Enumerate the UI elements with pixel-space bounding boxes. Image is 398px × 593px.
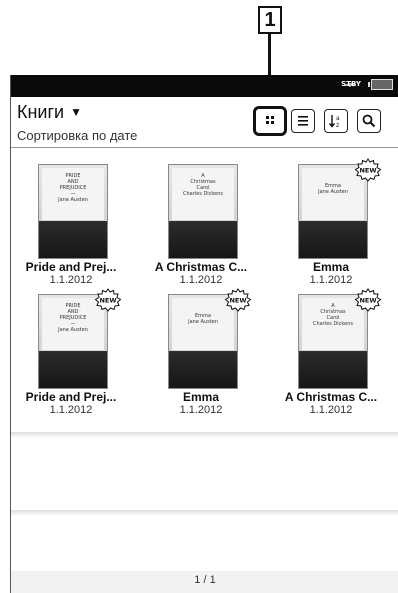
shelf-divider xyxy=(11,510,398,516)
book-cover: PRIDE AND PREJUDICE — Jane Austen xyxy=(38,164,108,259)
new-badge: NEW xyxy=(224,288,252,312)
svg-text:NEW: NEW xyxy=(99,297,116,305)
book-date: 1.1.2012 xyxy=(309,274,353,286)
new-badge: NEW xyxy=(354,158,382,182)
svg-text:NEW: NEW xyxy=(359,167,376,175)
grid-icon xyxy=(266,116,274,124)
list-view-button[interactable] xyxy=(291,109,315,133)
callout-number-box: 1 xyxy=(258,6,282,34)
new-badge: NEW xyxy=(94,288,122,312)
book-item[interactable]: A Christmas Carol Charles Dickens NEW A Chr… xyxy=(271,288,391,416)
book-item[interactable]: PRIDE AND PREJUDICE — Jane Austen Pride and… xyxy=(11,164,131,286)
page-indicator: 1 / 1 xyxy=(194,574,216,586)
chevron-down-icon: ▼ xyxy=(70,105,82,119)
book-grid: PRIDE AND PREJUDICE — Jane Austen Pride and… xyxy=(11,148,398,518)
search-button[interactable] xyxy=(357,109,381,133)
book-title: A Christmas C... xyxy=(284,390,378,404)
device-screen: STBY Книги ▼ Сортировка по дате a z PRID… xyxy=(10,75,398,593)
library-title-dropdown[interactable]: Книги ▼ xyxy=(17,102,82,123)
book-date: 1.1.2012 xyxy=(49,274,93,286)
new-badge: NEW xyxy=(354,288,382,312)
standby-label: STBY xyxy=(341,80,361,88)
status-bar: STBY xyxy=(11,75,398,97)
book-title: Emma xyxy=(312,260,350,274)
battery-icon xyxy=(368,79,393,90)
shelf-divider xyxy=(11,432,398,438)
svg-text:NEW: NEW xyxy=(229,297,246,305)
book-cover: A Christmas Carol Charles Dickens xyxy=(168,164,238,259)
book-title: Pride and Prej... xyxy=(25,260,117,274)
book-date: 1.1.2012 xyxy=(49,404,93,416)
book-date: 1.1.2012 xyxy=(179,274,223,286)
svg-text:NEW: NEW xyxy=(359,297,376,305)
cover-text: PRIDE AND PREJUDICE — Jane Austen xyxy=(58,173,88,203)
book-item[interactable]: Emma Jane Austen NEW Emma 1.1.2012 xyxy=(271,158,391,286)
sort-az-button[interactable]: a z xyxy=(324,109,348,133)
svg-text:a: a xyxy=(336,115,340,122)
grid-view-button[interactable] xyxy=(253,106,287,136)
library-header: Книги ▼ Сортировка по дате a z xyxy=(11,97,398,148)
sort-az-icon: a z xyxy=(328,115,340,129)
book-date: 1.1.2012 xyxy=(309,404,353,416)
list-icon xyxy=(298,116,308,126)
book-item[interactable]: A Christmas Carol Charles Dickens A Christm… xyxy=(141,164,261,286)
cover-text: A Christmas Carol Charles Dickens xyxy=(183,173,223,197)
cover-text: Emma Jane Austen xyxy=(318,183,348,195)
book-title: Pride and Prej... xyxy=(25,390,117,404)
page-title: Книги xyxy=(17,102,65,122)
sort-label: Сортировка по дате xyxy=(17,128,138,143)
svg-text:z: z xyxy=(336,122,339,129)
book-title: Emma xyxy=(182,390,220,404)
search-icon xyxy=(362,114,376,128)
book-item[interactable]: Emma Jane Austen NEW Emma 1.1.2012 xyxy=(141,288,261,416)
cover-text: Emma Jane Austen xyxy=(188,313,218,325)
book-title: A Christmas C... xyxy=(154,260,248,274)
book-date: 1.1.2012 xyxy=(179,404,223,416)
book-item[interactable]: PRIDE AND PREJUDICE — Jane Austen NEW Pride… xyxy=(11,288,131,416)
